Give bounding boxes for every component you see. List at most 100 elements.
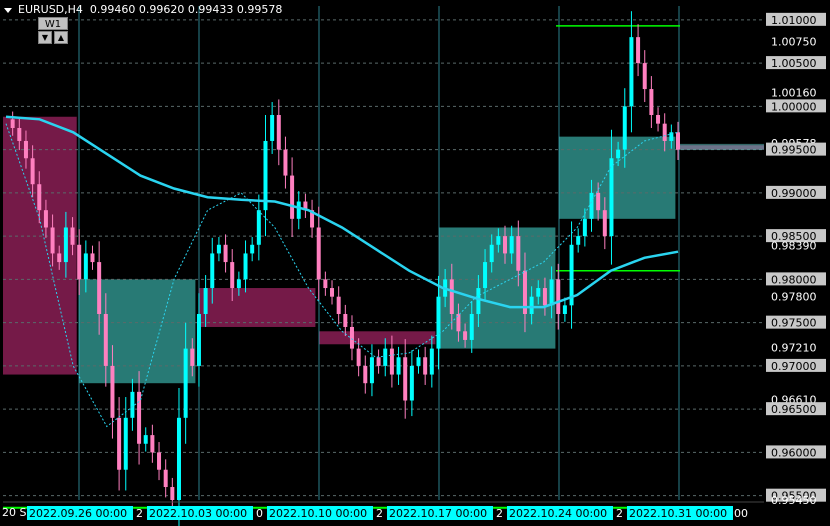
time-axis-fragment: 00	[734, 507, 748, 520]
candle-body	[423, 357, 428, 375]
weekly-box	[199, 288, 316, 327]
time-axis-fragment: 20 S	[2, 506, 26, 519]
price-chart[interactable]: 1.01000 1.00750 1.00500 1.001601.00000 0.995…	[0, 0, 830, 526]
price-axis-label: 0.96500	[771, 403, 817, 416]
candle-body	[516, 236, 521, 271]
candle-body	[50, 227, 55, 254]
candle-body	[576, 236, 581, 245]
price-axis-label: 0.97210	[771, 342, 817, 355]
candle-body	[629, 37, 634, 107]
time-axis-label: 2022.10.31 00:00	[629, 507, 727, 520]
price-axis-label: 0.98000	[771, 273, 817, 286]
timeframe-selector[interactable]: W1 ▼ ▲	[38, 17, 68, 45]
time-axis-fragment: 2	[496, 507, 503, 520]
candle-body	[589, 192, 594, 219]
price-axis-label: 1.00500	[771, 57, 817, 70]
candle-body	[223, 244, 228, 263]
candle-body	[97, 262, 102, 314]
price-axis-label: 1.00000	[771, 100, 817, 113]
candle-body	[37, 184, 42, 211]
candle-body	[330, 288, 335, 297]
candle-body	[203, 288, 208, 314]
candle-body	[163, 469, 168, 488]
candle-body	[636, 37, 641, 64]
price-axis-label: 1.01000	[771, 14, 817, 27]
candle-body	[143, 435, 148, 444]
time-axis-fragment: 2	[136, 507, 143, 520]
candle-body	[296, 201, 301, 219]
candle-body	[17, 127, 22, 141]
candle-body	[409, 365, 414, 401]
candle-body	[616, 149, 621, 159]
candle-body	[190, 348, 195, 366]
candle-body	[676, 132, 680, 150]
candle-body	[170, 487, 175, 500]
candle-body	[529, 296, 534, 314]
candle-body	[356, 348, 361, 366]
time-axis-fragment: 0	[256, 507, 263, 520]
price-axis-label: 0.99000	[771, 187, 817, 200]
weekly-box	[559, 136, 676, 219]
candle-body	[316, 227, 321, 280]
candle-body	[256, 210, 261, 245]
candle-body	[596, 192, 601, 211]
dropdown-triangle-icon[interactable]	[4, 7, 12, 13]
time-axis-fragment: 2	[376, 507, 383, 520]
candle-body	[57, 253, 62, 263]
candle-body	[77, 244, 82, 280]
candle-body	[503, 236, 508, 254]
candle-body	[542, 288, 547, 306]
candle-body	[609, 158, 614, 237]
candle-body	[429, 348, 434, 375]
candle-body	[562, 305, 567, 314]
candle-body	[349, 326, 354, 349]
price-axis-label: 0.95450	[771, 494, 817, 507]
time-axis-label: 2022.10.03 00:00	[149, 507, 247, 520]
candle-body	[243, 253, 248, 280]
time-axis-label: 2022.10.24 00:00	[509, 507, 607, 520]
candle-body	[30, 158, 35, 185]
candle-body	[270, 115, 275, 141]
candle-body	[323, 279, 328, 289]
candle-body	[496, 236, 501, 245]
candle-body	[642, 63, 647, 90]
candle-body	[336, 296, 341, 314]
weekly-box	[79, 279, 196, 384]
candle-body	[476, 288, 481, 314]
candle-body	[83, 253, 88, 280]
candle-body	[536, 288, 541, 297]
candle-body	[117, 417, 122, 470]
candle-body	[70, 227, 75, 245]
candle-body	[449, 279, 454, 314]
candle-body	[582, 218, 587, 237]
candle-body	[383, 348, 388, 366]
candle-body	[157, 452, 162, 470]
candle-body	[622, 106, 627, 150]
candle-body	[389, 348, 394, 375]
candle-body	[396, 357, 401, 375]
candle-body	[602, 210, 607, 237]
candle-body	[230, 262, 235, 289]
candle-body	[483, 262, 488, 289]
candle-body	[63, 227, 68, 263]
candle-body	[10, 119, 15, 128]
arrow-up-icon[interactable]: ▲	[54, 31, 68, 44]
candle-body	[469, 313, 474, 340]
candle-body	[110, 365, 115, 418]
candle-body	[290, 175, 295, 219]
price-axis-label: 0.96000	[771, 446, 817, 459]
candle-body	[176, 417, 181, 500]
candle-body	[343, 313, 348, 327]
timeframe-label[interactable]: W1	[38, 17, 68, 30]
time-axis-label: 2022.09.26 00:00	[29, 507, 127, 520]
weekly-box	[319, 331, 436, 345]
candle-body	[103, 313, 108, 366]
candle-body	[250, 244, 255, 254]
chart-window: 1.01000 1.00750 1.00500 1.00160 1.00000 0.995…	[0, 0, 830, 526]
arrow-down-icon[interactable]: ▼	[38, 31, 52, 44]
candle-body	[369, 357, 374, 384]
candle-body	[403, 357, 408, 401]
price-axis-label: 0.97800	[771, 291, 817, 304]
candle-body	[509, 236, 514, 254]
candle-body	[210, 253, 215, 289]
